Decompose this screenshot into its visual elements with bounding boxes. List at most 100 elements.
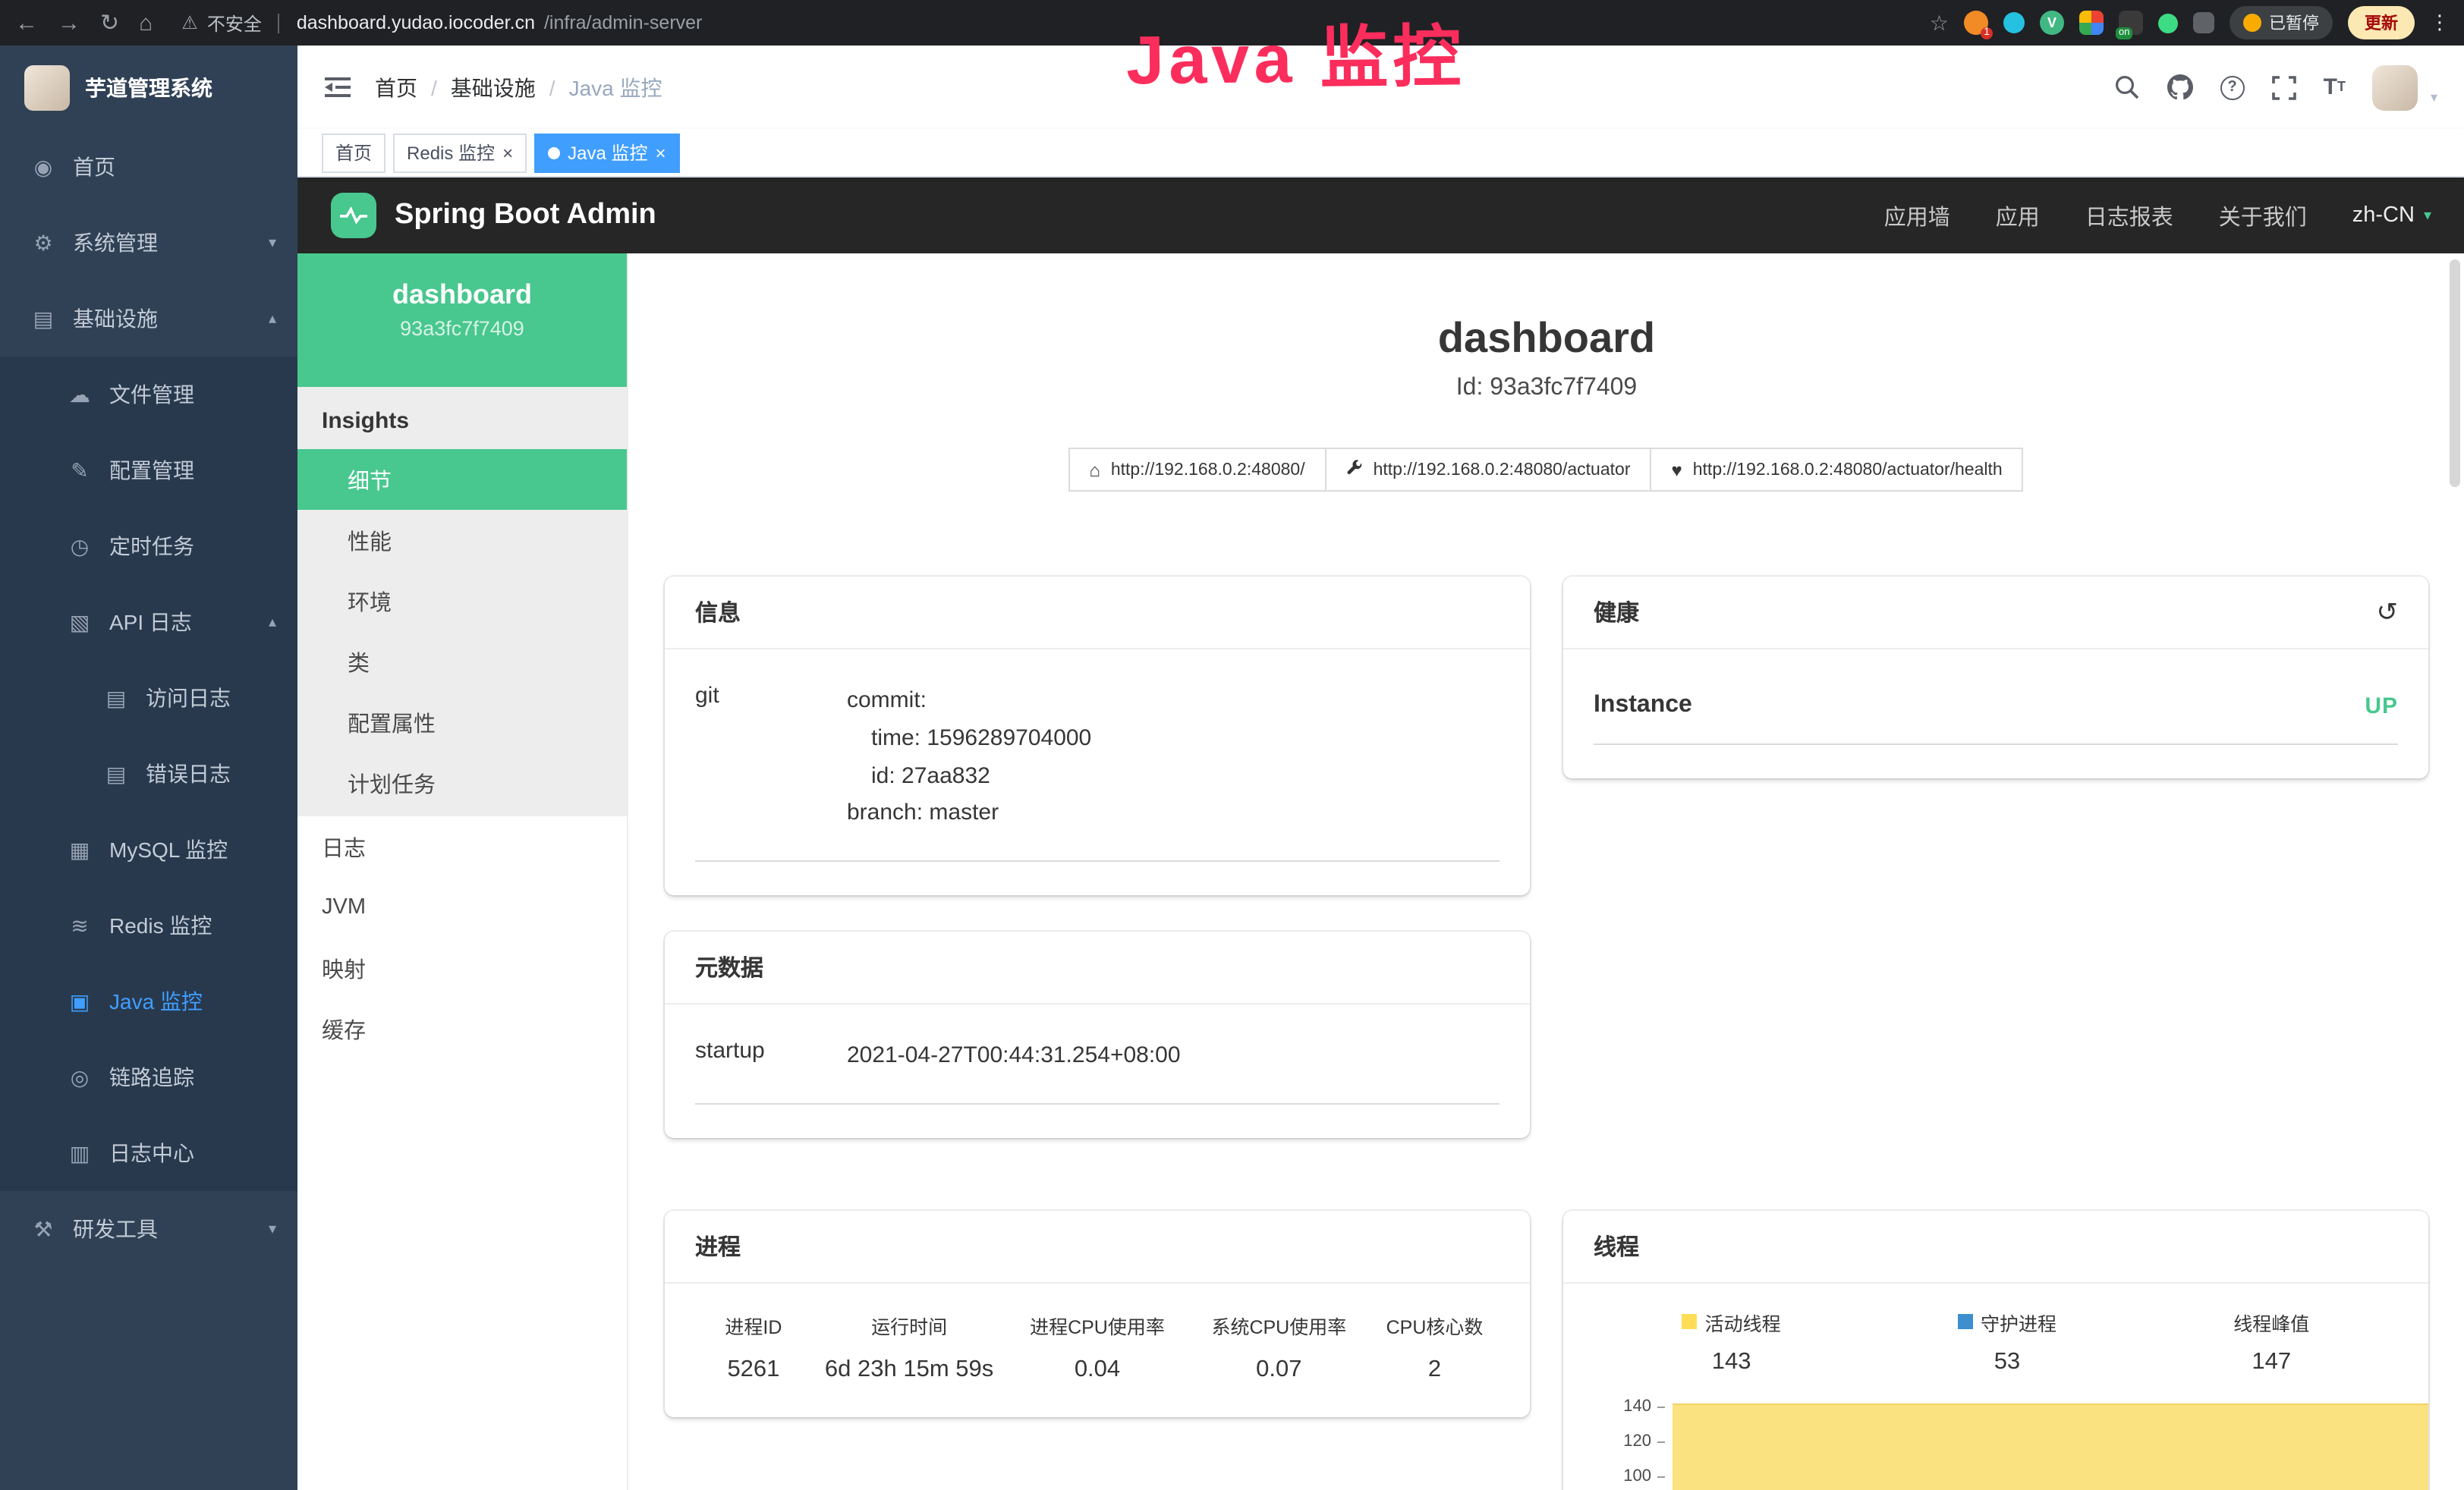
link-health-url[interactable]: ♥ http://192.168.0.2:48080/actuator/heal… — [1651, 448, 2024, 492]
sba-body: dashboard 93a3fc7f7409 Insights 细节 性能 环境… — [297, 253, 2464, 1490]
screen: ← → ↻ ⌂ ⚠ 不安全 dashboard.yudao.iocoder.cn… — [0, 0, 2464, 1490]
chevron-up-icon: ▴ — [269, 310, 276, 327]
extension-icon-leaf[interactable] — [2158, 13, 2178, 33]
sidebar-item-scheduled-jobs[interactable]: ◷ 定时任务 — [0, 508, 297, 584]
threads-card: 线程 活动线程 143 守护进程 53 — [1563, 1211, 2428, 1490]
close-icon[interactable]: × — [502, 142, 513, 163]
sidebar-item-config-management[interactable]: ✎ 配置管理 — [0, 432, 297, 508]
legend-label: 活动线程 — [1705, 1308, 1781, 1337]
sba-sidebar-root-items: 日志 JVM 映射 缓存 — [297, 816, 627, 1059]
link-base-url[interactable]: ⌂ http://192.168.0.2:48080/ — [1068, 448, 1326, 492]
browser-actions: ☆ 1 V on 已暂停 更新 ⋮ — [1930, 6, 2450, 39]
breadcrumb-home[interactable]: 首页 — [375, 72, 417, 102]
sba-item-mappings[interactable]: 映射 — [297, 938, 627, 998]
close-icon[interactable]: × — [655, 142, 666, 163]
sba-item-config-props[interactable]: 配置属性 — [297, 692, 627, 753]
link-actuator-url[interactable]: http://192.168.0.2:48080/actuator — [1325, 448, 1652, 492]
sba-item-environment[interactable]: 环境 — [297, 571, 627, 631]
gear-icon: ⚙ — [30, 230, 56, 256]
sba-item-jvm[interactable]: JVM — [297, 877, 627, 938]
chevron-down-icon: ▾ — [2424, 207, 2431, 224]
trace-icon: ◎ — [67, 1064, 93, 1090]
bookmark-star-icon[interactable]: ☆ — [1930, 10, 1949, 36]
process-col-header: 运行时间 — [812, 1311, 1006, 1340]
extension-icon-orange[interactable]: 1 — [1964, 11, 1988, 35]
tab-redis-monitor[interactable]: Redis 监控 × — [393, 133, 527, 172]
help-icon[interactable]: ? — [2220, 75, 2245, 99]
sba-item-classes[interactable]: 类 — [297, 631, 627, 692]
breadcrumb-separator: / — [431, 75, 437, 99]
sidebar-item-label: 基础设施 — [73, 303, 158, 334]
main-area: 首页 / 基础设施 / Java 监控 ? TT ▾ — [297, 46, 2464, 1490]
paused-badge[interactable]: 已暂停 — [2230, 6, 2333, 39]
nav-wallboard[interactable]: 应用墙 — [1884, 200, 1950, 231]
back-icon[interactable]: ← — [15, 11, 38, 34]
process-pid: 5261 — [695, 1356, 812, 1384]
nav-applications[interactable]: 应用 — [1996, 200, 2040, 231]
sba-item-scheduled-tasks[interactable]: 计划任务 — [297, 753, 627, 813]
sidebar-item-system-management[interactable]: ⚙ 系统管理 ▾ — [0, 205, 297, 281]
sidebar-item-home[interactable]: ◉ 首页 — [0, 129, 297, 205]
sidebar-item-label: 文件管理 — [109, 379, 194, 410]
user-avatar[interactable] — [2373, 64, 2418, 110]
search-icon[interactable] — [2114, 74, 2140, 100]
sidebar-item-java-monitor[interactable]: ▣ Java 监控 — [0, 963, 297, 1039]
threads-legend: 活动线程 143 守护进程 53 线程峰值 147 — [1594, 1293, 2398, 1376]
sidebar-item-dev-tools[interactable]: ⚒ 研发工具 ▾ — [0, 1191, 297, 1267]
browser-home-icon[interactable]: ⌂ — [139, 11, 153, 34]
breadcrumb: 首页 / 基础设施 / Java 监控 — [375, 72, 662, 102]
collapse-sidebar-icon[interactable] — [325, 76, 351, 99]
sidebar-item-mysql-monitor[interactable]: ▦ MySQL 监控 — [0, 812, 297, 888]
sidebar-item-infrastructure[interactable]: ▤ 基础设施 ▴ — [0, 281, 297, 357]
sba-item-details[interactable]: 细节 — [297, 449, 627, 510]
extension-badge: 1 — [1981, 27, 1993, 39]
sba-brand[interactable]: Spring Boot Admin — [331, 193, 656, 238]
breadcrumb-infrastructure[interactable]: 基础设施 — [451, 72, 536, 102]
history-icon[interactable]: ↺ — [2377, 597, 2399, 627]
git-branch-line: branch: master — [847, 796, 1499, 834]
extension-icon-grid[interactable] — [2079, 11, 2104, 35]
card-title: 线程 — [1594, 1231, 1639, 1262]
instance-name: dashboard — [297, 279, 627, 311]
sidebar-item-file-management[interactable]: ☁ 文件管理 — [0, 357, 297, 432]
nav-about[interactable]: 关于我们 — [2219, 200, 2307, 231]
insights-title: Insights — [297, 387, 627, 449]
sidebar-item-error-logs[interactable]: ▤ 错误日志 — [0, 736, 297, 812]
extension-icon-drop[interactable] — [2003, 12, 2025, 33]
fullscreen-icon[interactable] — [2272, 75, 2296, 99]
tab-java-monitor[interactable]: Java 监控 × — [534, 133, 679, 172]
tab-home[interactable]: 首页 — [322, 133, 385, 172]
font-size-icon[interactable]: TT — [2324, 76, 2346, 99]
sidebar-item-log-center[interactable]: ▥ 日志中心 — [0, 1115, 297, 1191]
github-icon[interactable] — [2167, 74, 2193, 100]
extension-icon-vue[interactable]: V — [2040, 11, 2064, 35]
sba-item-logs[interactable]: 日志 — [297, 816, 627, 877]
sba-item-performance[interactable]: 性能 — [297, 510, 627, 571]
browser-menu-icon[interactable]: ⋮ — [2430, 11, 2450, 35]
emoji-face-icon — [2243, 14, 2261, 32]
nav-journal[interactable]: 日志报表 — [2085, 200, 2173, 231]
process-table: 进程ID 运行时间 进程CPU使用率 系统CPU使用率 CPU核心数 5261 … — [695, 1293, 1499, 1384]
sba-item-caches[interactable]: 缓存 — [297, 998, 627, 1059]
forward-icon[interactable]: → — [58, 11, 80, 34]
monitor-icon: ▤ — [30, 306, 56, 332]
extension-icon-misc[interactable] — [2193, 12, 2214, 33]
avatar-caret-icon[interactable]: ▾ — [2431, 89, 2437, 110]
sidebar-item-label: API 日志 — [109, 607, 192, 637]
chrome-update-button[interactable]: 更新 — [2348, 6, 2415, 39]
reload-icon[interactable]: ↻ — [100, 11, 119, 34]
process-col-header: 进程ID — [695, 1311, 812, 1340]
extension-icon-blocker[interactable]: on — [2119, 11, 2143, 35]
process-uptime: 6d 23h 15m 59s — [812, 1356, 1006, 1384]
content-scrollbar-thumb[interactable] — [2450, 259, 2460, 487]
sidebar-item-access-logs[interactable]: ▤ 访问日志 — [0, 660, 297, 736]
health-card: 健康 ↺ Instance UP — [1563, 577, 2428, 778]
sidebar-item-redis-monitor[interactable]: ≋ Redis 监控 — [0, 888, 297, 963]
locale-select[interactable]: zh-CN ▾ — [2352, 203, 2431, 228]
tab-label: Java 监控 — [568, 140, 647, 165]
sidebar-item-label: 系统管理 — [73, 228, 158, 258]
sidebar-item-api-logs[interactable]: ▧ API 日志 ▴ — [0, 584, 297, 660]
link-url: http://192.168.0.2:48080/actuator/health — [1693, 461, 2003, 479]
sidebar-item-link-tracing[interactable]: ◎ 链路追踪 — [0, 1039, 297, 1115]
address-bar[interactable]: ⚠ 不安全 dashboard.yudao.iocoder.cn/infra/a… — [181, 10, 702, 36]
